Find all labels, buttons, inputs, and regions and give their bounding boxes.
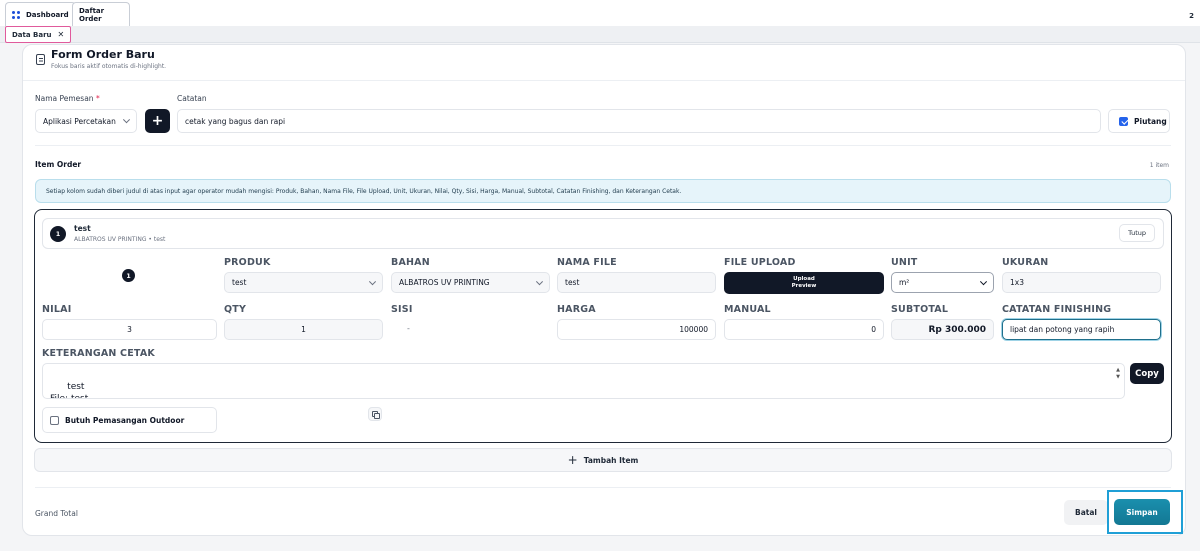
catatan-finishing-label: CATATAN FINISHING — [1002, 304, 1112, 315]
file-upload-label: FILE UPLOAD — [724, 257, 796, 268]
tab-dashboard-label: Dashboard — [26, 10, 69, 19]
unit-label: UNIT — [891, 257, 918, 268]
add-customer-button[interactable]: + — [145, 109, 170, 133]
subtotal-display: Rp 300.000 — [891, 319, 994, 340]
duplicate-button[interactable] — [368, 407, 382, 421]
nilai-label: NILAI — [42, 304, 72, 315]
outdoor-label: Butuh Pemasangan Outdoor — [65, 415, 185, 425]
qty-input[interactable]: 1 — [224, 319, 383, 340]
ukuran-input[interactable]: 1x3 — [1002, 272, 1161, 293]
row-number-badge: 1 — [122, 269, 135, 282]
ukuran-value: 1x3 — [1010, 278, 1024, 287]
catatan-finishing-input[interactable]: lipat dan potong yang rapih — [1002, 319, 1161, 340]
nilai-value: 3 — [127, 325, 132, 334]
customer-label: Nama Pemesan * — [35, 94, 100, 103]
nama-file-label: NAMA FILE — [557, 257, 617, 268]
items-count: 1 item — [1149, 162, 1169, 169]
tab-dashboard[interactable]: Dashboard — [5, 2, 76, 26]
required-mark: * — [95, 94, 100, 103]
chevron-down-icon — [535, 277, 544, 285]
chevron-down-icon — [368, 277, 377, 285]
divider — [35, 487, 1171, 488]
keterangan-value: test File: test Ukuran: 1x3 — [50, 382, 89, 399]
customer-value: Aplikasi Percetakan — [43, 116, 116, 126]
bahan-label: BAHAN — [391, 257, 430, 268]
bahan-select[interactable]: ALBATROS UV PRINTING — [391, 272, 550, 293]
chevron-down-icon — [979, 277, 988, 285]
document-icon — [36, 54, 45, 65]
produk-value: test — [232, 278, 247, 287]
unit-select[interactable]: m² — [891, 272, 994, 293]
grand-total-label: Grand Total — [35, 509, 78, 518]
produk-label: PRODUK — [224, 257, 271, 268]
keterangan-textarea[interactable]: test File: test Ukuran: 1x3 ▲▼ — [42, 363, 1125, 399]
item-subtitle: ALBATROS UV PRINTING • test — [74, 236, 166, 243]
form-header: Form Order Baru Fokus baris aktif otomat… — [23, 45, 1185, 81]
upload-label: Upload — [793, 276, 815, 282]
item-title: test — [74, 224, 91, 233]
nilai-input[interactable]: 3 — [42, 319, 217, 340]
ukuran-label: UKURAN — [1002, 257, 1049, 268]
chevron-down-icon — [122, 116, 131, 124]
checkbox-checked-icon[interactable] — [1119, 116, 1128, 126]
save-button[interactable]: Simpan — [1114, 499, 1170, 525]
tab-data-baru[interactable]: Data Baru ✕ — [5, 26, 72, 43]
collapse-button[interactable]: Tutup — [1119, 224, 1155, 242]
note-value: cetak yang bagus dan rapi — [185, 116, 286, 126]
add-item-button[interactable]: + Tambah Item — [34, 448, 1172, 472]
sisi-label: SISI — [391, 304, 413, 315]
sub-tab-bar: Data Baru ✕ — [0, 26, 1200, 43]
tab-data-baru-label: Data Baru — [12, 30, 52, 39]
plus-icon: + — [567, 453, 578, 467]
tab-daftar-order-label: Daftar Order — [79, 6, 105, 23]
qty-label: QTY — [224, 304, 247, 315]
produk-select[interactable]: test — [224, 272, 383, 293]
bahan-value: ALBATROS UV PRINTING — [399, 278, 490, 287]
harga-value: 100000 — [679, 325, 708, 334]
close-icon[interactable]: ✕ — [58, 30, 65, 39]
manual-input[interactable]: 0 — [724, 319, 884, 340]
scrollbar[interactable]: ▲ ▼ — [1115, 367, 1121, 381]
catatan-finishing-value: lipat dan potong yang rapih — [1010, 325, 1115, 334]
piutang-label: Piutang — [1134, 116, 1167, 126]
tab-count: 2 — [1189, 12, 1194, 20]
checkbox-icon[interactable] — [50, 415, 59, 425]
sisi-value: - — [407, 324, 410, 333]
item-header: 1 test ALBATROS UV PRINTING • test Tutup — [42, 218, 1164, 249]
add-item-label: Tambah Item — [583, 455, 639, 465]
tab-daftar-order[interactable]: Daftar Order — [72, 2, 130, 26]
harga-input[interactable]: 100000 — [557, 319, 716, 340]
items-title: Item Order — [35, 160, 82, 169]
customer-select[interactable]: Aplikasi Percetakan — [35, 109, 137, 133]
unit-value: m² — [899, 278, 910, 287]
copy-button[interactable]: Copy — [1130, 363, 1164, 384]
subtotal-label: SUBTOTAL — [891, 304, 949, 315]
upload-preview-button[interactable]: Upload Preview — [724, 272, 884, 294]
order-form-card: Form Order Baru Fokus baris aktif otomat… — [22, 44, 1186, 536]
tab-bar: Dashboard Daftar Order 2 — [0, 0, 1200, 26]
piutang-checkbox[interactable]: Piutang — [1108, 109, 1170, 133]
page-title: Form Order Baru — [51, 48, 155, 61]
subtotal-value: Rp 300.000 — [928, 324, 987, 335]
note-input[interactable]: cetak yang bagus dan rapi — [177, 109, 1101, 133]
manual-label: MANUAL — [724, 304, 771, 315]
note-label: Catatan — [177, 94, 207, 103]
page-subtitle: Fokus baris aktif otomatis di-highlight. — [51, 63, 167, 70]
manual-value: 0 — [871, 325, 876, 334]
grid-icon — [12, 10, 20, 19]
keterangan-label: KETERANGAN CETAK — [42, 348, 155, 359]
nama-file-input[interactable]: test — [557, 272, 716, 293]
divider — [35, 145, 1171, 146]
outdoor-checkbox[interactable]: Butuh Pemasangan Outdoor — [42, 407, 217, 433]
nama-file-value: test — [565, 278, 580, 287]
cancel-button[interactable]: Batal — [1064, 500, 1108, 525]
item-number-badge: 1 — [50, 226, 66, 242]
qty-value: 1 — [301, 325, 306, 334]
order-item-card: 1 test ALBATROS UV PRINTING • test Tutup… — [34, 209, 1172, 443]
preview-label: Preview — [791, 283, 817, 289]
harga-label: HARGA — [557, 304, 596, 315]
info-banner: Setiap kolom sudah diberi judul di atas … — [35, 179, 1171, 203]
